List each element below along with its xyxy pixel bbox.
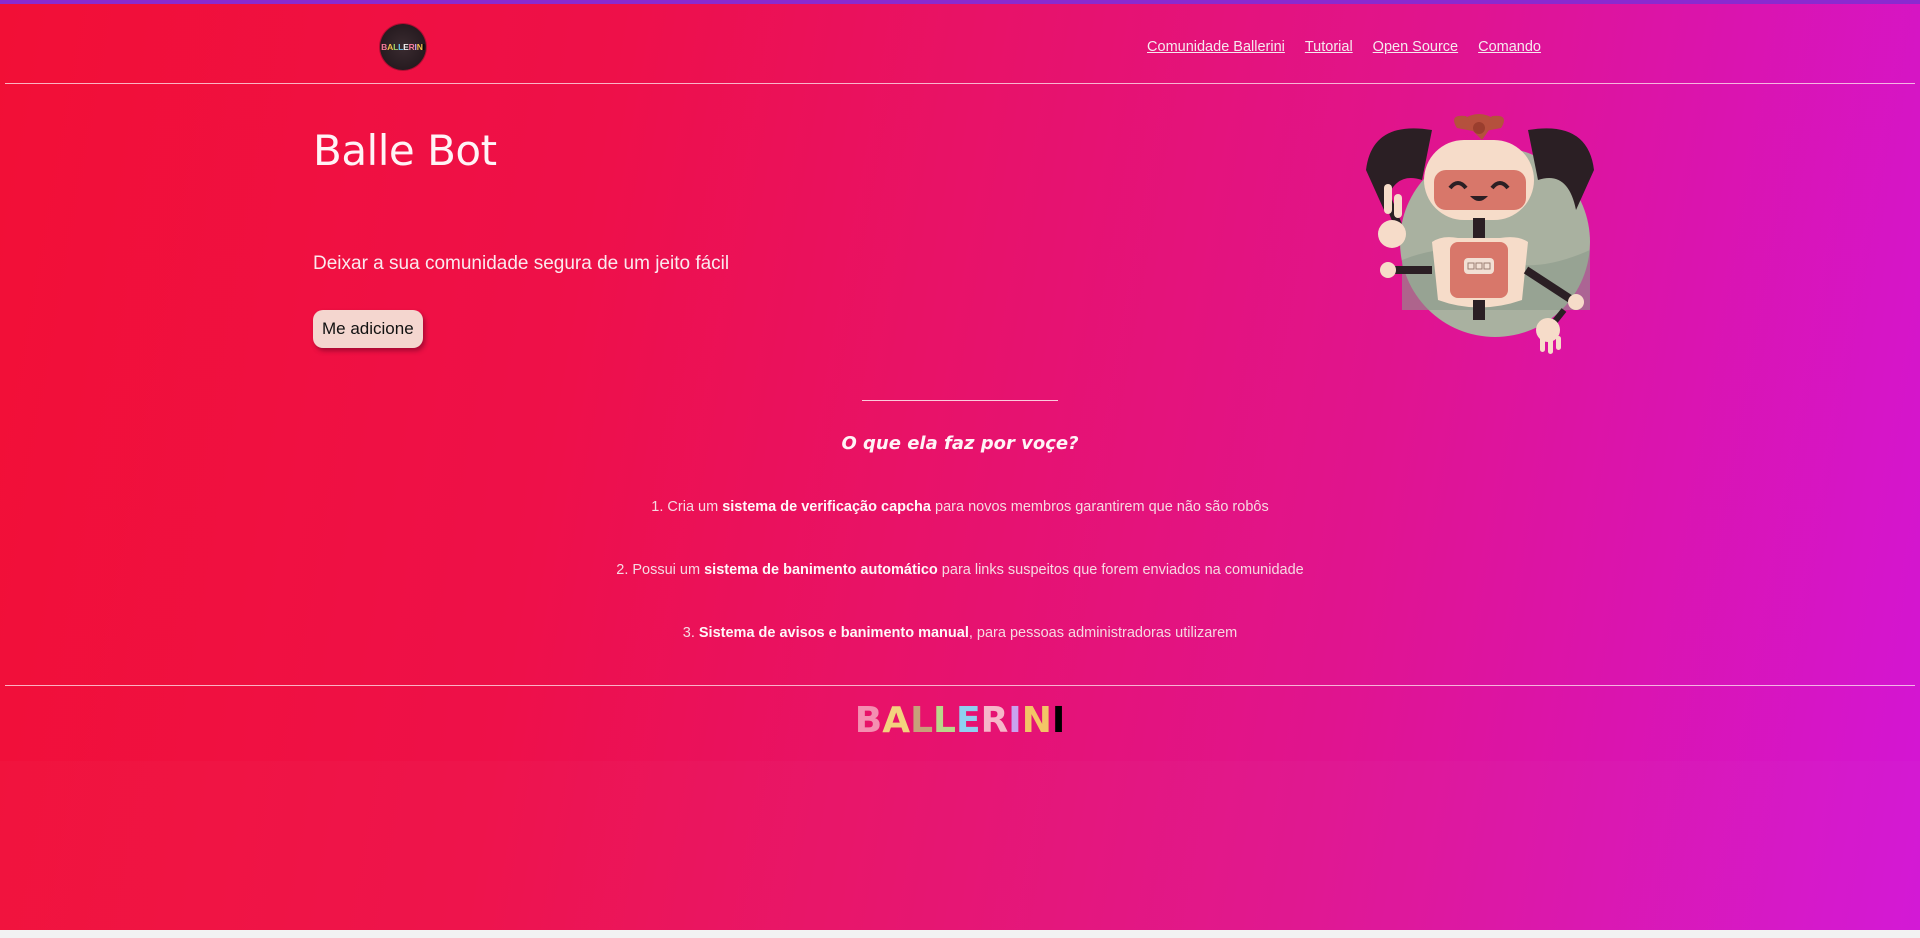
footer-area: [0, 761, 1920, 938]
main-nav: Comunidade Ballerini Tutorial Open Sourc…: [1147, 39, 1541, 55]
page: BALLERINI Comunidade Ballerini Tutorial …: [0, 4, 1920, 938]
feature-item: 3. Sistema de avisos e banimento manual,…: [682, 625, 1238, 641]
page-bottom-edge: [0, 930, 1920, 938]
page-title: Balle Bot: [313, 126, 497, 175]
section-divider: [862, 400, 1058, 401]
ballerini-logo[interactable]: BALLERINI: [380, 24, 426, 70]
footer-wordmark-logo: BALLERINI: [854, 700, 1066, 741]
logo-wordmark: BALLERINI: [381, 42, 425, 52]
feature-item: 1. Cria um sistema de verificação capcha…: [651, 499, 1269, 515]
features-title: O que ela faz por voçe?: [841, 433, 1079, 454]
add-bot-button[interactable]: Me adicione: [313, 310, 423, 348]
robot-mascot-illustration: [1366, 114, 1594, 354]
nav-link-comando[interactable]: Comando: [1478, 39, 1541, 55]
header: BALLERINI Comunidade Ballerini Tutorial …: [0, 4, 1920, 84]
nav-link-tutorial[interactable]: Tutorial: [1305, 39, 1353, 55]
nav-link-open-source[interactable]: Open Source: [1373, 39, 1458, 55]
hero-subtitle: Deixar a sua comunidade segura de um jei…: [313, 253, 730, 274]
feature-item: 2. Possui um sistema de banimento automá…: [616, 562, 1304, 578]
nav-link-comunidade[interactable]: Comunidade Ballerini: [1147, 39, 1285, 55]
header-divider: [5, 83, 1915, 84]
footer-divider: [5, 685, 1915, 686]
